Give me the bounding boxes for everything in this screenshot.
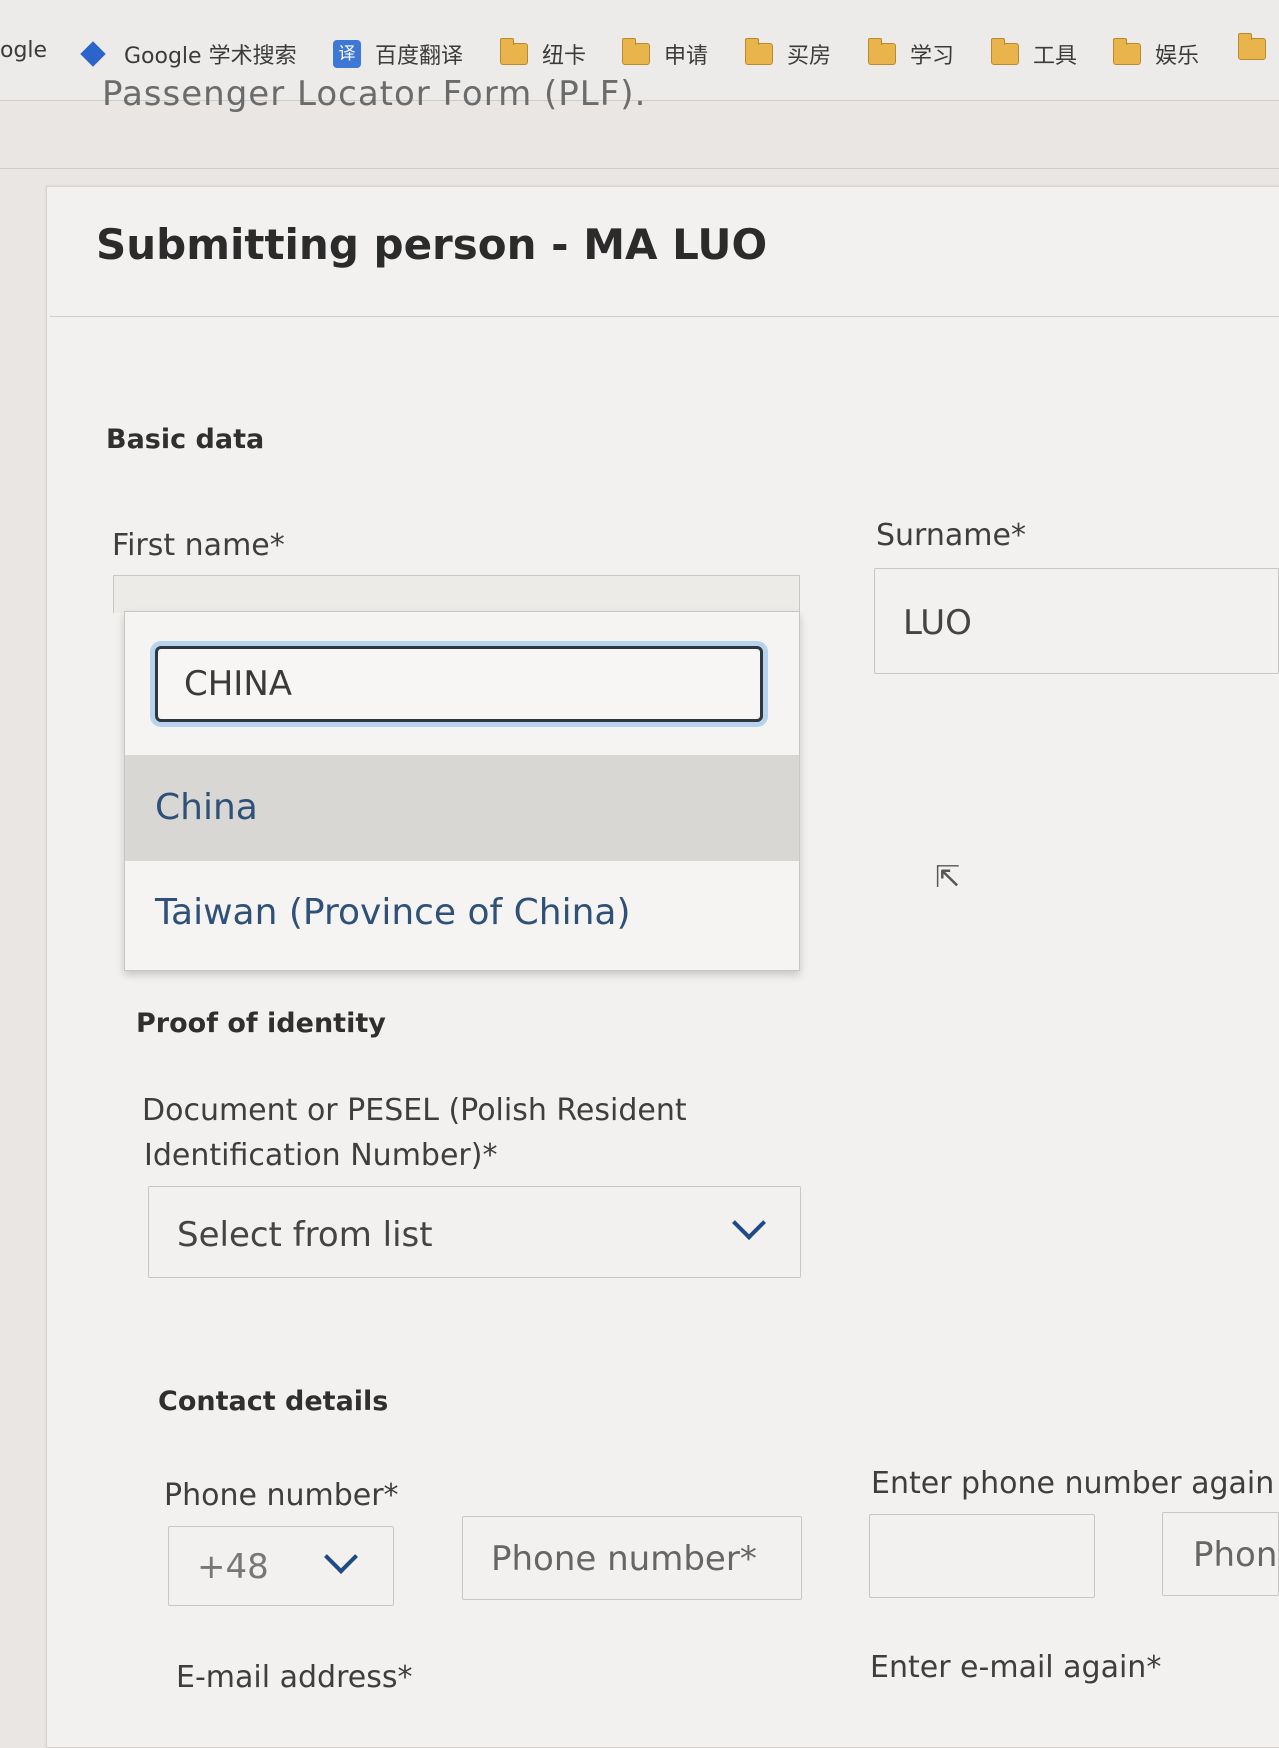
phone-prefix-value: +48 [197, 1547, 269, 1587]
section-proof-of-identity: Proof of identity [136, 1008, 386, 1039]
folder-icon [991, 38, 1019, 65]
document-label: Document or PESEL (Polish Resident [142, 1093, 687, 1128]
section-basic-data: Basic data [106, 424, 265, 455]
section-contact-details: Contact details [158, 1386, 389, 1417]
bookmark-folder-maifang[interactable]: 买房 [745, 38, 831, 70]
document-label-line2: Identification Number)* [144, 1138, 498, 1173]
phone-number-input[interactable]: Phone number* [462, 1516, 802, 1600]
document-select-value: Select from list [177, 1215, 433, 1255]
email-again-label: Enter e-mail again* [870, 1650, 1162, 1685]
page-heading: Passenger Locator Form (PLF). [102, 74, 647, 114]
phone-label: Phone number* [164, 1478, 399, 1513]
document-select[interactable]: Select from list [148, 1186, 801, 1278]
baidu-translate-icon: 译 [333, 40, 361, 68]
bookmark-label: 学习 [910, 44, 955, 69]
bookmark-folder-more[interactable] [1238, 33, 1279, 60]
bookmark-label: 纽卡 [542, 44, 587, 69]
phone-number-placeholder: Phone number* [491, 1539, 757, 1579]
bookmark-baidu-translate[interactable]: 译百度翻译 [333, 38, 463, 70]
bookmark-label: Google 学术搜索 [124, 44, 297, 69]
folder-icon [622, 38, 650, 65]
surname-label: Surname* [876, 518, 1026, 553]
bookmark-label: 百度翻译 [375, 44, 464, 69]
surname-value: LUO [903, 603, 972, 643]
folder-icon [745, 38, 773, 65]
bookmark-label: 娱乐 [1155, 44, 1200, 69]
folder-icon [868, 38, 896, 65]
bookmark-folder-gongju[interactable]: 工具 [991, 38, 1077, 70]
chevron-down-icon [732, 1206, 766, 1240]
surname-field[interactable]: LUO [874, 568, 1279, 674]
dropdown-option-china[interactable]: China [125, 755, 799, 861]
email-label: E-mail address* [176, 1660, 413, 1695]
bookmark-label: ogle [0, 38, 48, 63]
divider [0, 168, 1279, 169]
country-dropdown: China Taiwan (Province of China) [124, 611, 800, 971]
google-scholar-icon [80, 41, 106, 67]
bookmark-label: 申请 [664, 44, 709, 69]
phone-again-label: Enter phone number again [871, 1466, 1275, 1501]
card-title: Submitting person - MA LUO [96, 220, 768, 269]
dropdown-option-taiwan[interactable]: Taiwan (Province of China) [125, 860, 799, 966]
folder-icon [1238, 33, 1266, 60]
first-name-label: First name* [112, 528, 285, 563]
phone-again-prefix-select[interactable] [869, 1514, 1095, 1598]
phone-again-input[interactable]: Phon [1162, 1512, 1279, 1596]
bookmark-folder-yule[interactable]: 娱乐 [1113, 38, 1199, 70]
nationality-combobox[interactable] [113, 575, 800, 613]
chevron-down-icon [324, 1540, 358, 1574]
phone-again-placeholder: Phon [1193, 1535, 1278, 1575]
bookmark-google-scholar[interactable]: Google 学术搜索 [80, 38, 297, 70]
divider [50, 316, 1279, 317]
bookmark-folder-niuka[interactable]: 纽卡 [500, 38, 586, 70]
mouse-pointer-icon: ⇱ [935, 860, 961, 895]
country-search-input[interactable] [155, 646, 763, 722]
bookmark-label: 工具 [1033, 44, 1078, 69]
phone-prefix-select[interactable]: +48 [168, 1526, 394, 1606]
bookmark-folder-shenqing[interactable]: 申请 [622, 38, 708, 70]
bookmark-label: 买房 [787, 44, 832, 69]
folder-icon [1113, 38, 1141, 65]
bookmark-google[interactable]: ogle [0, 38, 47, 63]
folder-icon [500, 38, 528, 65]
bookmark-folder-xuexi[interactable]: 学习 [868, 38, 954, 70]
